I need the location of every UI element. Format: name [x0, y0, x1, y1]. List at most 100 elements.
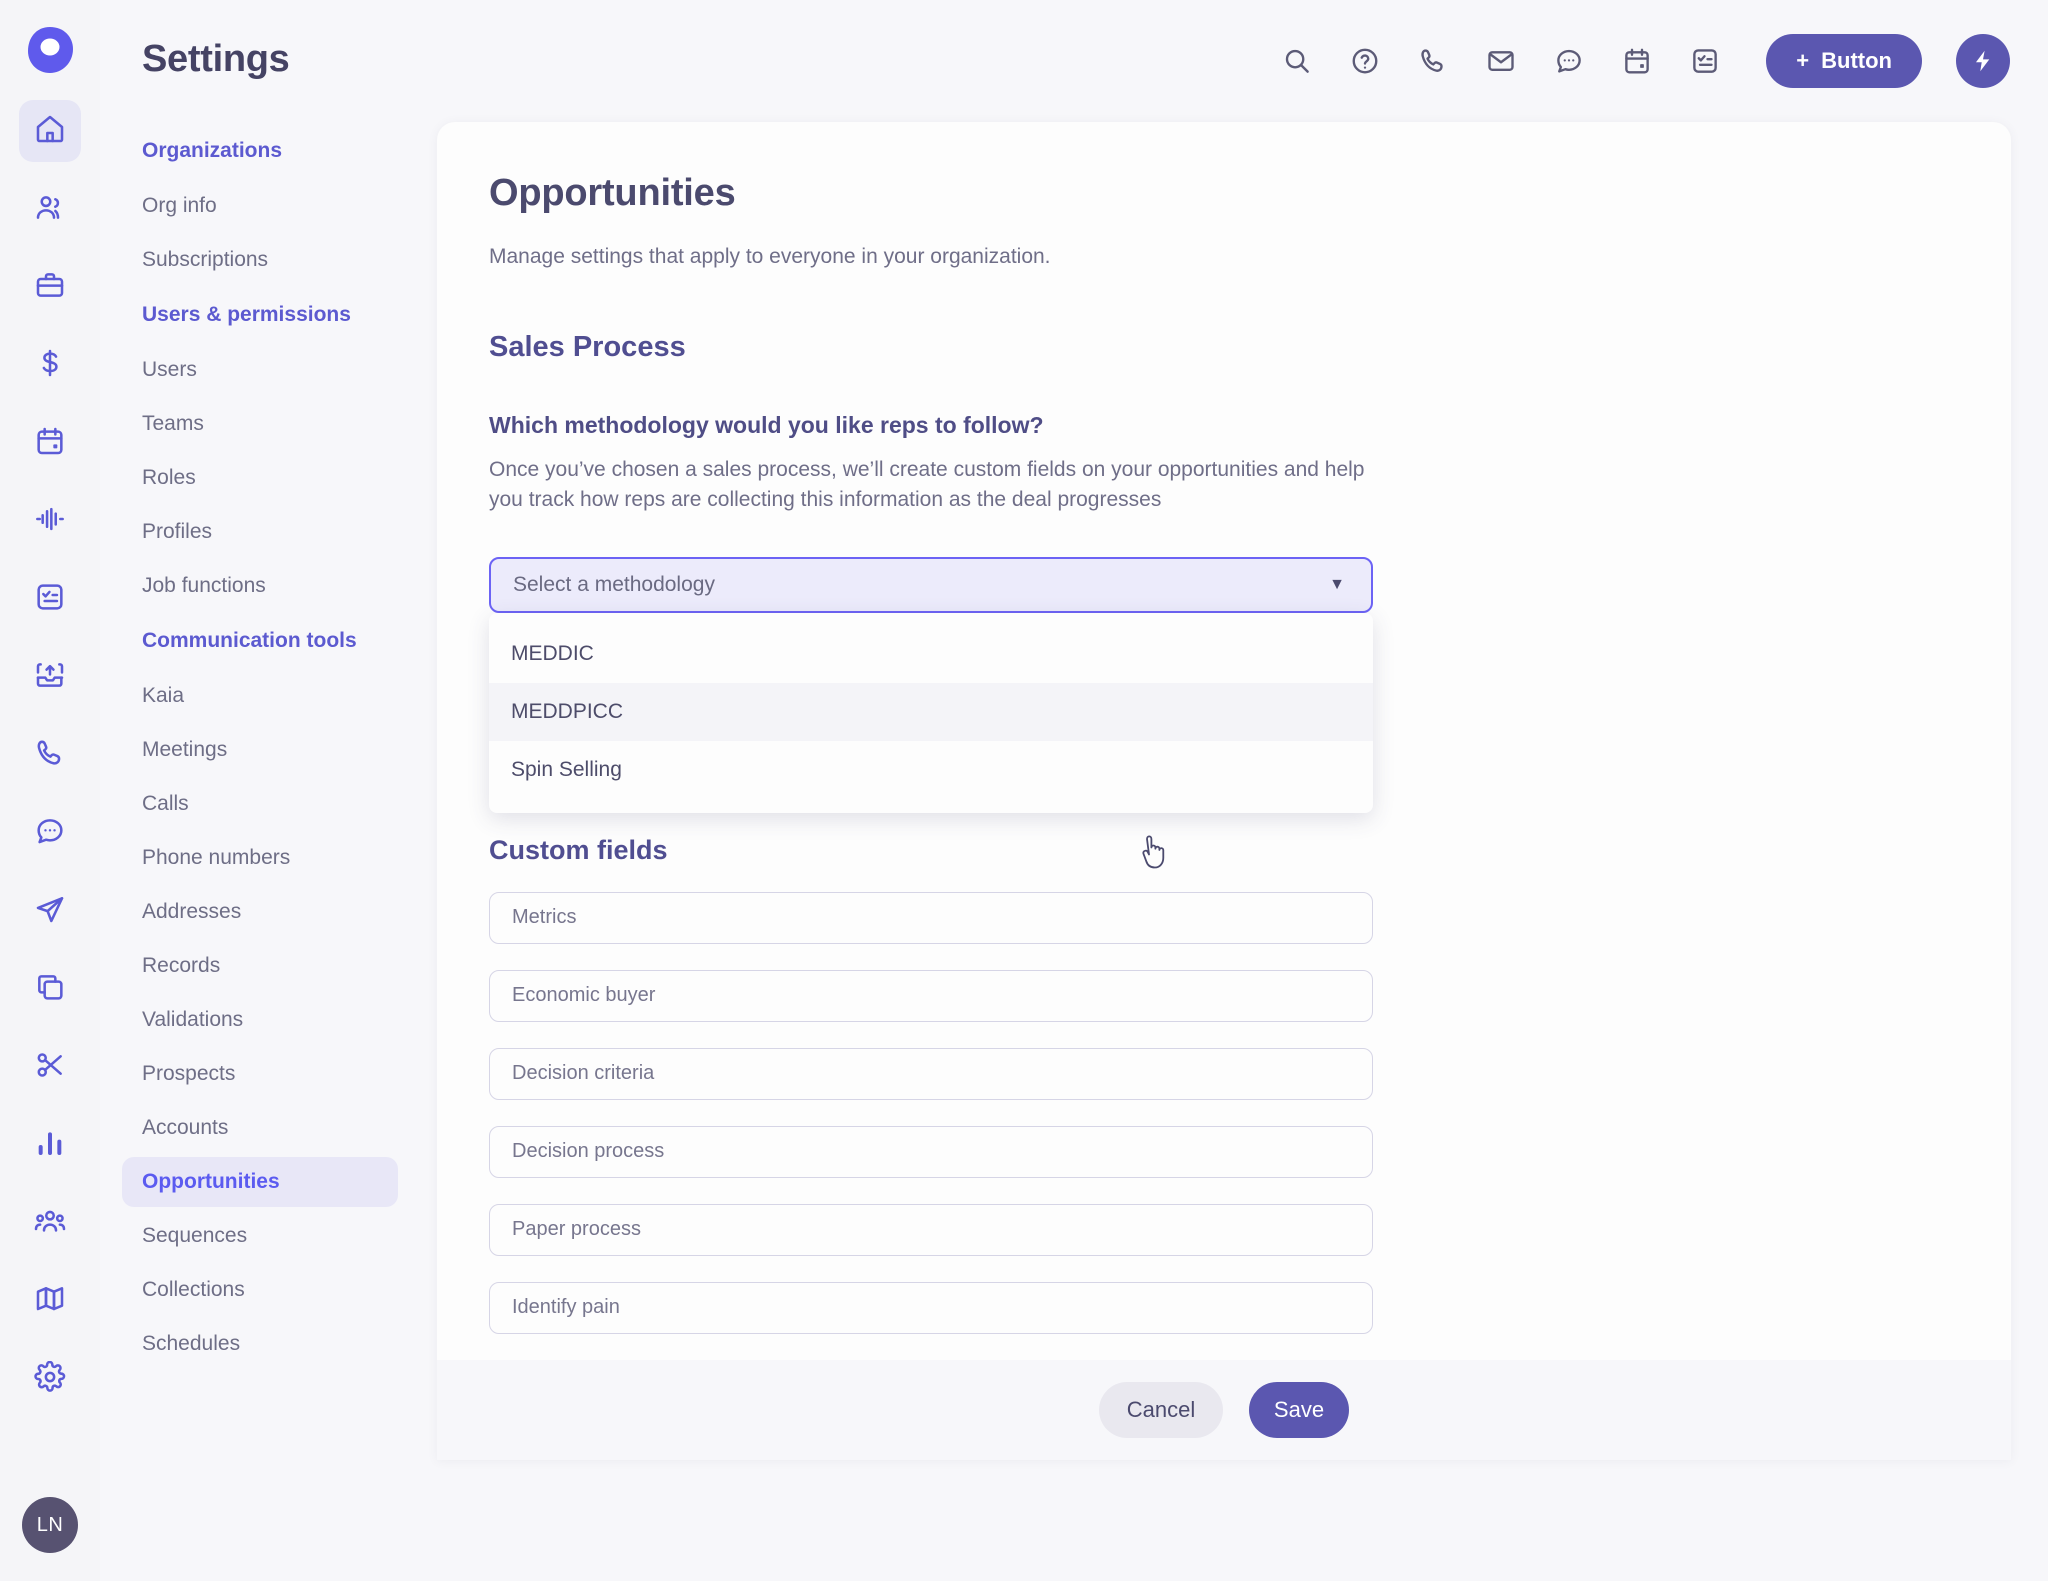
rail-item-people[interactable]	[19, 178, 81, 240]
checklist-icon	[34, 581, 66, 618]
custom-field-label: Identify pain	[512, 1296, 620, 1319]
group-icon	[34, 1205, 66, 1242]
question-description: Once you’ve chosen a sales process, we’l…	[489, 458, 1365, 511]
mouse-cursor	[1137, 834, 1171, 879]
nav-item-kaia[interactable]: Kaia	[122, 671, 398, 721]
app-root: LN Settings Organizations Org info Subsc…	[0, 0, 2048, 1581]
rail-item-calls[interactable]	[19, 724, 81, 786]
phone-icon[interactable]	[1416, 44, 1450, 78]
nav-item-calls[interactable]: Calls	[122, 779, 398, 829]
rail-item-insights[interactable]	[19, 490, 81, 552]
rail-item-revenue[interactable]	[19, 334, 81, 396]
nav-item-accounts[interactable]: Accounts	[122, 1103, 398, 1153]
page-subtitle: Manage settings that apply to everyone i…	[489, 245, 1051, 268]
icon-rail: LN	[0, 0, 100, 1581]
rail-item-chat[interactable]	[19, 802, 81, 864]
lightning-bolt-icon[interactable]	[1956, 34, 2010, 88]
rail-item-deals[interactable]	[19, 256, 81, 318]
dollar-icon	[34, 347, 66, 384]
methodology-select[interactable]: Select a methodology ▼	[489, 556, 1373, 613]
custom-field-label: Decision criteria	[512, 1062, 655, 1085]
save-button[interactable]: Save	[1249, 1382, 1349, 1438]
methodology-select-value: Select a methodology	[513, 572, 715, 596]
rail-item-home[interactable]	[19, 100, 81, 162]
rail-item-list	[19, 100, 81, 1410]
nav-item-users[interactable]: Users	[122, 345, 398, 395]
avatar[interactable]: LN	[22, 1497, 78, 1553]
rail-item-sequences[interactable]	[19, 880, 81, 942]
methodology-dropdown-menu: MEDDIC MEDDPICC Spin Selling	[489, 613, 1373, 813]
avatar-initials: LN	[36, 1513, 64, 1536]
nav-header-users-permissions: Users & permissions	[142, 303, 351, 326]
plus-icon: +	[1796, 48, 1810, 73]
dropdown-option-meddic[interactable]: MEDDIC	[489, 625, 1373, 683]
content-card: Opportunities Manage settings that apply…	[437, 122, 2011, 1460]
custom-fields-title: Custom fields	[489, 834, 668, 865]
nav-header-communication-tools: Communication tools	[142, 629, 357, 652]
scissors-icon	[34, 1049, 66, 1086]
cancel-button[interactable]: Cancel	[1099, 1382, 1223, 1438]
phone-icon	[34, 737, 66, 774]
nav-item-subscriptions[interactable]: Subscriptions	[122, 235, 398, 285]
rail-item-territories[interactable]	[19, 1270, 81, 1332]
mail-icon[interactable]	[1484, 44, 1518, 78]
rail-item-snippets[interactable]	[19, 1036, 81, 1098]
nav-item-sequences[interactable]: Sequences	[122, 1211, 398, 1261]
people-icon	[34, 191, 66, 228]
custom-field-paper-process[interactable]: Paper process	[489, 1203, 1373, 1256]
custom-field-economic-buyer[interactable]: Economic buyer	[489, 969, 1373, 1022]
add-button[interactable]: + Button	[1766, 34, 1922, 88]
nav-item-teams[interactable]: Teams	[122, 399, 398, 449]
chat-icon[interactable]	[1552, 44, 1586, 78]
nav-item-records[interactable]: Records	[122, 941, 398, 991]
search-icon[interactable]	[1280, 44, 1314, 78]
custom-field-label: Economic buyer	[512, 984, 656, 1007]
nav-item-job-functions[interactable]: Job functions	[122, 561, 398, 611]
rail-item-analytics[interactable]	[19, 1114, 81, 1176]
nav-item-addresses[interactable]: Addresses	[122, 887, 398, 937]
nav-item-prospects[interactable]: Prospects	[122, 1049, 398, 1099]
card-footer: Cancel Save	[437, 1360, 2011, 1460]
nav-item-roles[interactable]: Roles	[122, 453, 398, 503]
nav-item-validations[interactable]: Validations	[122, 995, 398, 1045]
section-title-sales-process: Sales Process	[489, 331, 686, 363]
rail-item-tasks[interactable]	[19, 568, 81, 630]
task-icon[interactable]	[1688, 44, 1722, 78]
custom-field-metrics[interactable]: Metrics	[489, 891, 1373, 944]
nav-item-phone-numbers[interactable]: Phone numbers	[122, 833, 398, 883]
rail-item-settings[interactable]	[19, 1348, 81, 1410]
home-icon	[34, 113, 66, 150]
rail-item-teams[interactable]	[19, 1192, 81, 1254]
nav-item-schedules[interactable]: Schedules	[122, 1319, 398, 1369]
nav-item-meetings[interactable]: Meetings	[122, 725, 398, 775]
nav-header-organizations: Organizations	[142, 139, 283, 162]
bar-chart-icon	[34, 1127, 66, 1164]
app-logo[interactable]	[24, 24, 76, 76]
chat-icon	[34, 815, 66, 852]
rail-item-templates[interactable]	[19, 958, 81, 1020]
chevron-down-icon: ▼	[1329, 575, 1345, 593]
custom-field-label: Decision process	[512, 1140, 665, 1163]
settings-nav-column: Settings Organizations Org info Subscrip…	[100, 0, 437, 1581]
calendar-icon	[34, 425, 66, 462]
rail-item-imports[interactable]	[19, 646, 81, 708]
help-circle-icon[interactable]	[1348, 44, 1382, 78]
custom-field-identify-pain[interactable]: Identify pain	[489, 1281, 1373, 1334]
waveform-icon	[34, 503, 66, 540]
nav-item-opportunities[interactable]: Opportunities	[122, 1157, 398, 1207]
page-title: Opportunities	[489, 172, 736, 214]
custom-field-decision-criteria[interactable]: Decision criteria	[489, 1047, 1373, 1100]
custom-field-decision-process[interactable]: Decision process	[489, 1125, 1373, 1178]
dropdown-option-spin-selling[interactable]: Spin Selling	[489, 741, 1373, 799]
top-toolbar: + Button	[1280, 34, 2010, 88]
rail-item-calendar[interactable]	[19, 412, 81, 474]
calendar-icon[interactable]	[1620, 44, 1654, 78]
dropdown-option-meddpicc[interactable]: MEDDPICC	[489, 683, 1373, 741]
add-button-label: Button	[1821, 48, 1892, 73]
nav-item-collections[interactable]: Collections	[122, 1265, 398, 1315]
custom-field-label: Metrics	[512, 906, 577, 929]
custom-field-label: Paper process	[512, 1218, 641, 1241]
nav-item-org-info[interactable]: Org info	[122, 181, 398, 231]
map-icon	[34, 1283, 66, 1320]
nav-item-profiles[interactable]: Profiles	[122, 507, 398, 557]
